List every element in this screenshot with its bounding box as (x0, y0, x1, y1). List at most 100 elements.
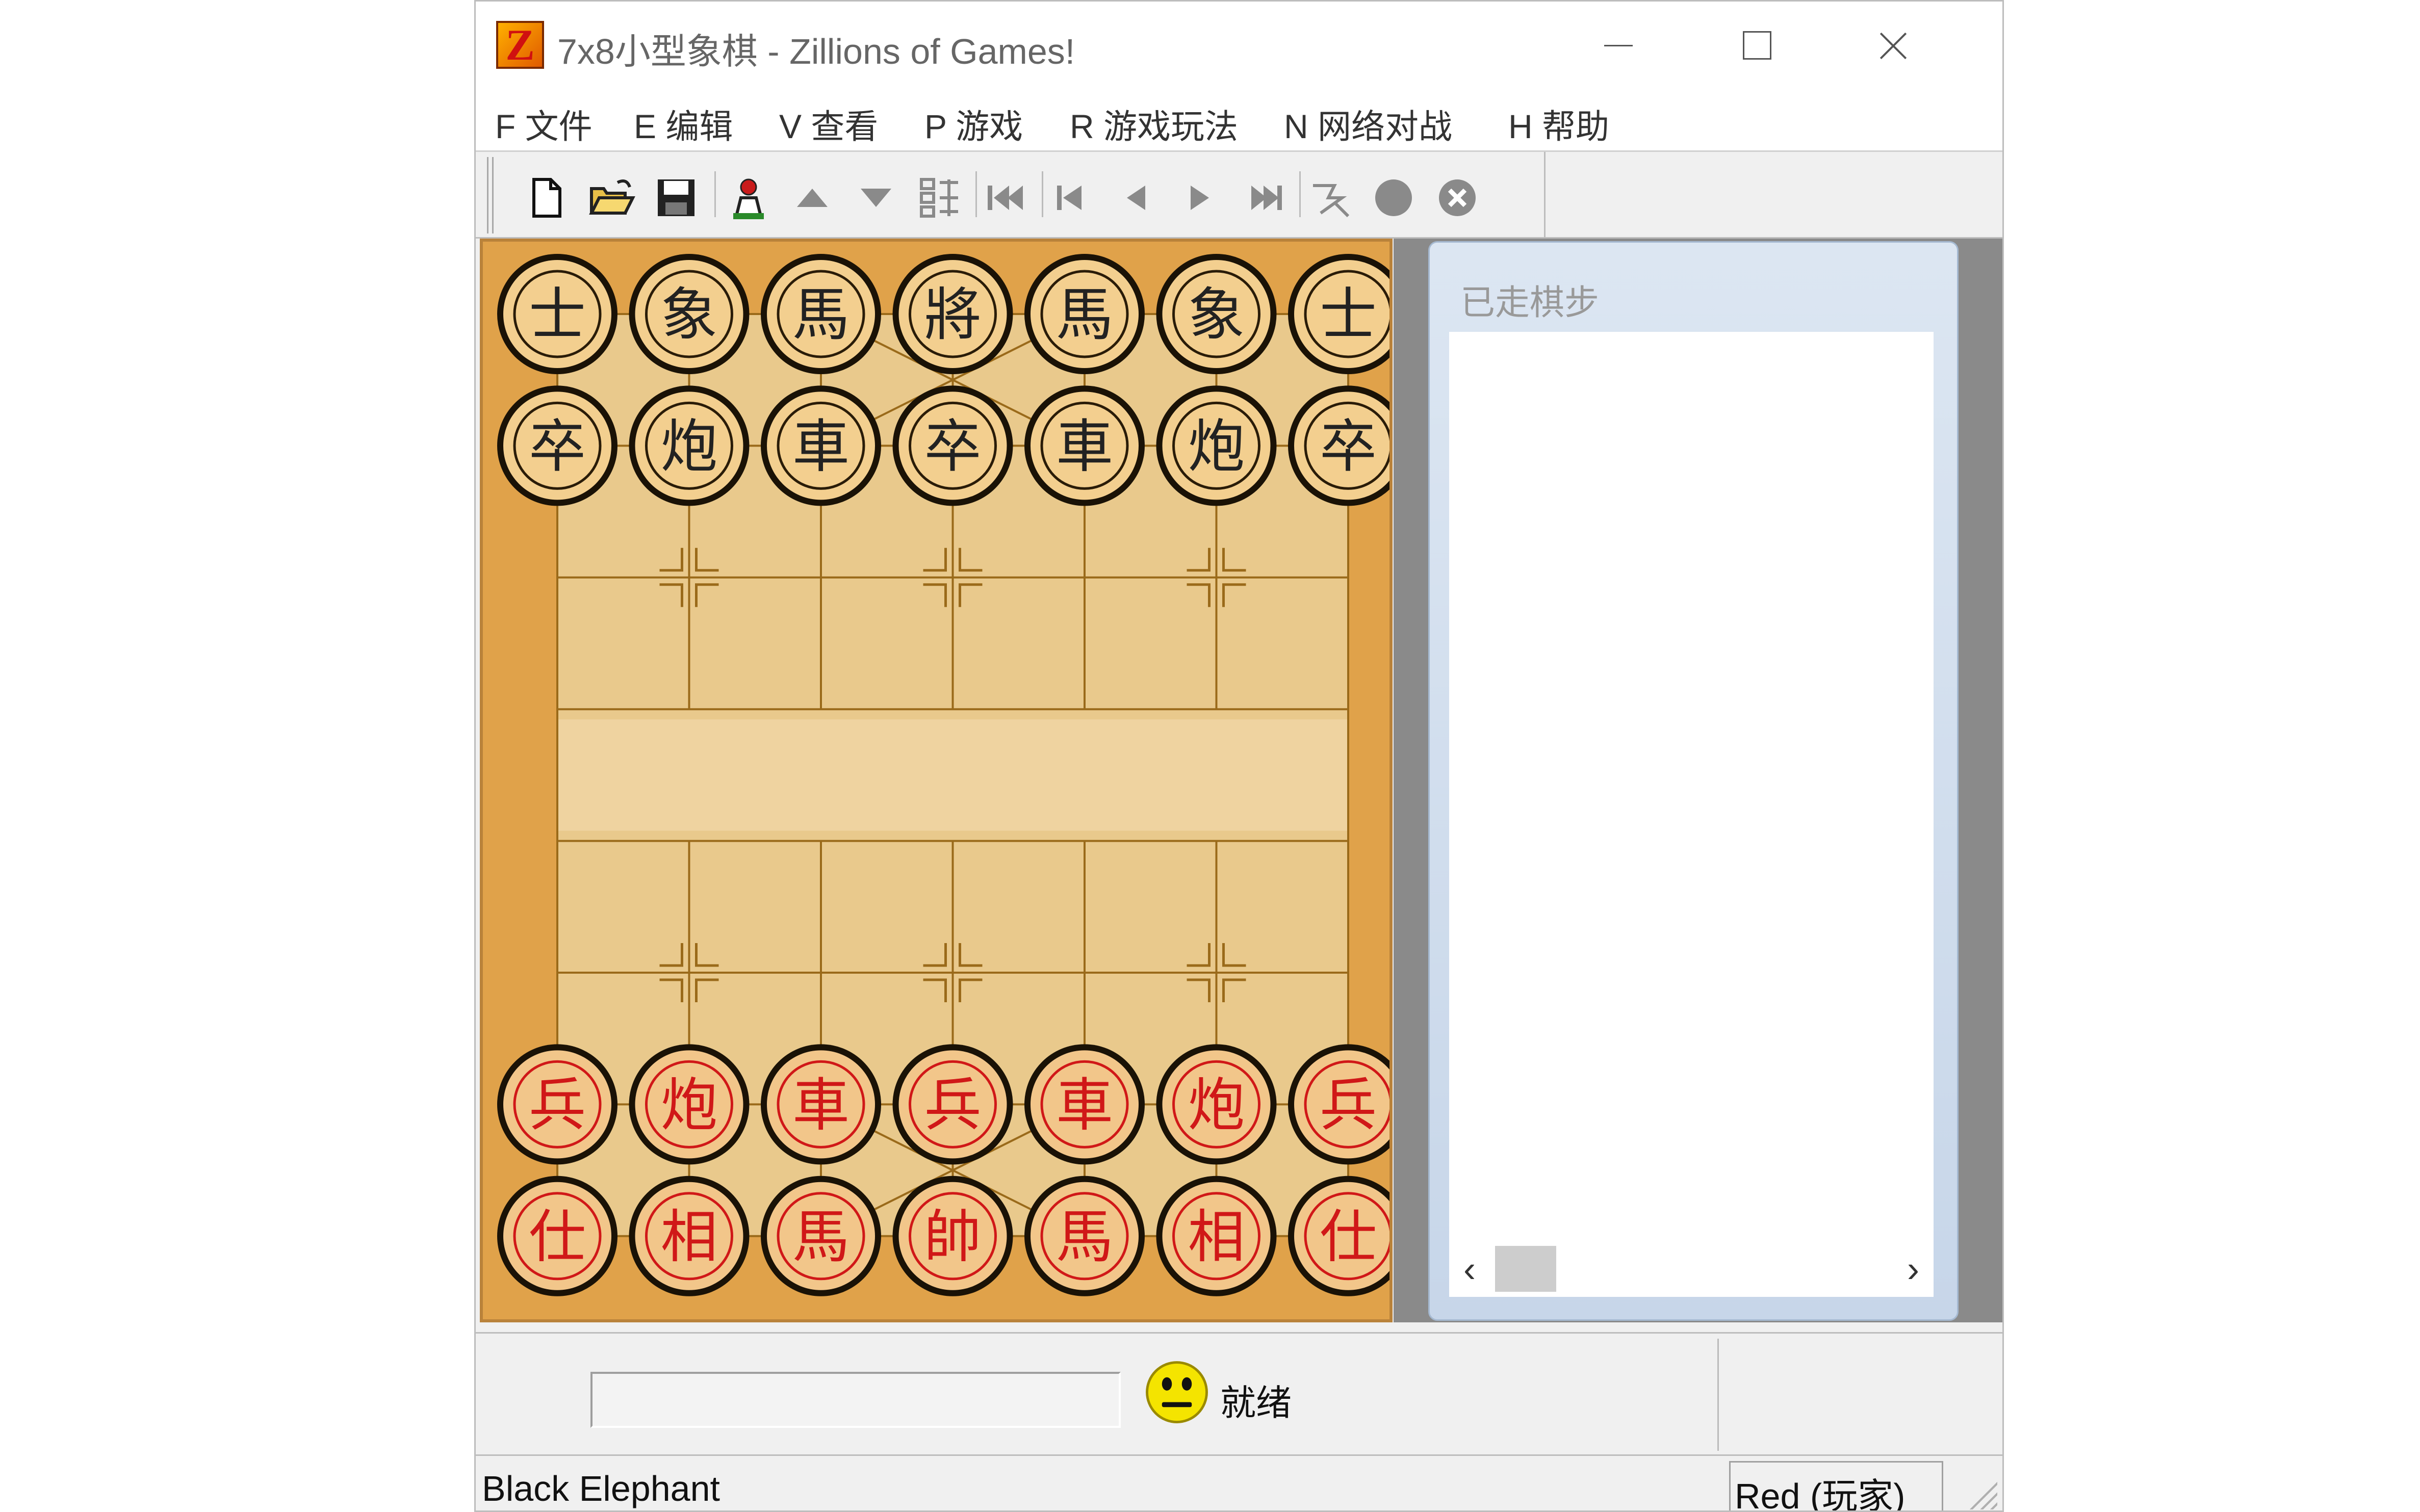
current-player: Red (玩家) (1735, 1476, 1906, 1512)
save-button[interactable] (651, 172, 702, 223)
red-piece-label: 兵 (1320, 1072, 1377, 1138)
toolbar-grip (492, 157, 494, 233)
new-file-button[interactable] (521, 172, 572, 223)
black-piece-label: 士 (1320, 282, 1377, 348)
player-button[interactable] (723, 172, 774, 223)
step-forward-button[interactable] (1238, 172, 1289, 223)
back-icon (1127, 186, 1145, 210)
toolbar-separator (714, 171, 716, 217)
black-piece-label: 象 (661, 282, 718, 348)
current-player-pane: Red (玩家) (1729, 1461, 1943, 1512)
menu-bar: F 文件 E 编辑 V 查看 P 游戏 R 游戏玩法 N 网络对战 H 帮助 (476, 88, 2002, 152)
hint-icon (1313, 184, 1350, 218)
hovered-piece-name: Black Elephant (482, 1469, 720, 1508)
first-move-button[interactable] (981, 172, 1032, 223)
player-icon (733, 178, 764, 219)
piece-list-icon (920, 178, 958, 218)
status-area: 就绪 (476, 1332, 2002, 1454)
hint-button[interactable] (1304, 172, 1355, 223)
minimize-button[interactable] (1590, 17, 1646, 73)
red-piece-label: 仕 (1320, 1204, 1377, 1270)
menu-view[interactable]: V 查看 (779, 99, 878, 148)
black-piece-label: 象 (1188, 282, 1245, 348)
menu-network[interactable]: N 网络对战 (1284, 99, 1452, 148)
black-piece-label: 車 (792, 413, 849, 480)
forward-button[interactable] (1174, 172, 1225, 223)
title-bar: Z 7x8小型象棋 - Zillions of Games! (476, 2, 2002, 88)
zillions-logo-icon: Z (496, 21, 544, 69)
red-piece-label: 炮 (1188, 1072, 1245, 1138)
resize-grip[interactable] (1967, 1479, 1997, 1509)
toolbar-separator (1544, 152, 1546, 239)
black-piece-label: 卒 (529, 413, 586, 480)
black-piece-label: 卒 (924, 413, 982, 480)
moves-list[interactable] (1449, 332, 1934, 1278)
red-piece-label: 兵 (529, 1072, 586, 1138)
black-piece-label: 車 (1056, 413, 1113, 480)
scroll-left-icon[interactable]: ‹ (1454, 1248, 1485, 1291)
first-move-icon (988, 186, 1023, 210)
open-folder-icon (589, 179, 635, 215)
status-message: 就绪 (1220, 1383, 1292, 1423)
step-forward-icon (1251, 186, 1282, 210)
forward-icon (1191, 186, 1209, 210)
menu-game[interactable]: P 游戏 (924, 99, 1023, 148)
black-piece-label: 士 (529, 282, 586, 348)
save-icon (658, 179, 694, 216)
status-divider (1717, 1339, 1719, 1451)
menu-edit[interactable]: E 编辑 (634, 99, 733, 148)
river (557, 719, 1348, 831)
black-piece-label: 炮 (661, 413, 718, 480)
red-piece-label: 車 (1056, 1072, 1113, 1138)
black-piece-label: 將 (924, 282, 982, 348)
open-file-button[interactable] (586, 172, 637, 223)
red-piece-label: 炮 (661, 1072, 718, 1138)
red-piece-label: 馬 (1056, 1204, 1113, 1270)
record-button[interactable] (1368, 172, 1419, 223)
maximize-button[interactable] (1728, 17, 1784, 73)
red-piece-label: 馬 (792, 1204, 849, 1270)
stop-button[interactable] (1432, 172, 1483, 223)
toolbar-grip (487, 157, 488, 233)
step-back-button[interactable] (1047, 172, 1098, 223)
menu-rules[interactable]: R 游戏玩法 (1070, 99, 1238, 148)
move-down-button[interactable] (851, 172, 902, 223)
menu-help[interactable]: H 帮助 (1508, 99, 1609, 148)
piece-list-button[interactable] (914, 172, 965, 223)
game-board[interactable]: 士象馬將馬象士卒炮車卒車炮卒兵炮車兵車炮兵仕相馬帥馬相仕 (480, 239, 1393, 1322)
toolbar-separator (975, 171, 977, 217)
black-piece-label: 馬 (1056, 282, 1113, 348)
move-down-icon (861, 189, 891, 207)
black-piece-label: 馬 (792, 282, 849, 348)
move-up-button[interactable] (787, 172, 838, 223)
red-piece-label: 仕 (529, 1204, 586, 1270)
red-piece-label: 兵 (924, 1072, 982, 1138)
toolbar (476, 152, 2002, 239)
red-piece-label: 相 (661, 1204, 718, 1270)
back-button[interactable] (1111, 172, 1162, 223)
toolbar-separator (1299, 171, 1301, 217)
red-piece-label: 帥 (924, 1204, 982, 1270)
window-title: 7x8小型象棋 - Zillions of Games! (557, 32, 1075, 71)
close-button[interactable] (1865, 17, 1921, 73)
horizontal-scrollbar[interactable]: ‹ › (1449, 1242, 1934, 1297)
red-piece-label: 相 (1188, 1204, 1245, 1270)
moves-panel: 已走棋步 ‹ › (1428, 241, 1959, 1321)
app-window: Z 7x8小型象棋 - Zillions of Games! F 文件 E 编辑… (474, 0, 2004, 1512)
red-piece-label: 車 (792, 1072, 849, 1138)
status-bar: Black Elephant Red (玩家) (476, 1454, 2002, 1512)
record-icon (1375, 179, 1412, 216)
stop-icon (1439, 179, 1476, 216)
smiley-icon (1146, 1361, 1208, 1423)
black-piece-label: 卒 (1320, 413, 1377, 480)
progress-bar (590, 1372, 1121, 1428)
toolbar-separator (1042, 171, 1043, 217)
new-file-icon (532, 178, 561, 218)
step-back-icon (1057, 186, 1082, 210)
scroll-thumb[interactable] (1495, 1246, 1556, 1292)
scroll-right-icon[interactable]: › (1898, 1248, 1928, 1291)
menu-file[interactable]: F 文件 (495, 99, 593, 148)
board-canvas[interactable]: 士象馬將馬象士卒炮車卒車炮卒兵炮車兵車炮兵仕相馬帥馬相仕 (483, 242, 1389, 1319)
moves-panel-title: 已走棋步 (1460, 283, 1600, 322)
move-up-icon (797, 189, 828, 207)
